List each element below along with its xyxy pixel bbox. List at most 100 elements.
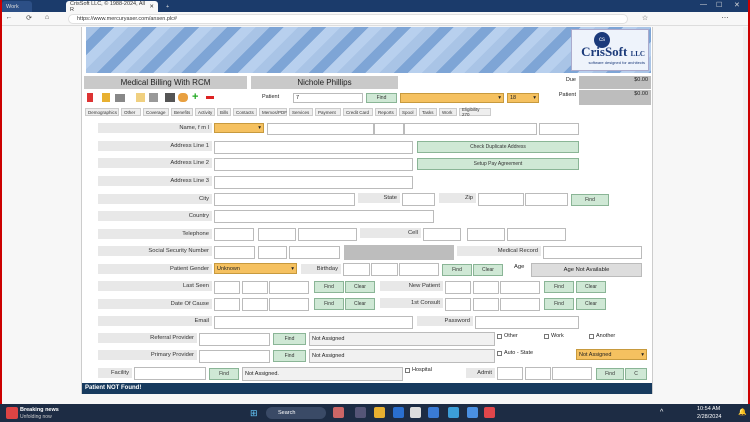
pen-icon[interactable] — [467, 407, 478, 418]
password-input[interactable] — [475, 316, 579, 329]
date-cause-day-input[interactable] — [242, 298, 268, 311]
referral-provider-input[interactable] — [199, 333, 270, 346]
tab-spool[interactable]: Spool — [399, 108, 417, 116]
birthday-month-input[interactable] — [343, 263, 370, 276]
tab-contacts[interactable]: Contacts — [233, 108, 257, 116]
new-patient-month-input[interactable] — [445, 281, 471, 294]
tab-eligibility-270[interactable]: Eligibility 270 — [459, 107, 491, 117]
tab-work[interactable]: Work — [439, 108, 457, 116]
pencil-icon[interactable] — [149, 93, 158, 102]
birthday-day-input[interactable] — [371, 263, 398, 276]
tab-bills[interactable]: Bills — [217, 108, 231, 116]
app-icon[interactable] — [428, 407, 439, 418]
eraser-icon[interactable] — [165, 93, 175, 102]
page-scrollbar[interactable] — [743, 27, 749, 402]
favorite-icon[interactable]: ☆ — [640, 14, 650, 22]
middle-name-input[interactable] — [374, 123, 404, 135]
google-icon[interactable] — [410, 407, 421, 418]
country-input[interactable] — [214, 210, 434, 223]
minimize-icon[interactable]: — — [700, 1, 707, 8]
provider-dropdown[interactable]: Not Assigned ▾ — [576, 349, 647, 360]
ssn-part3-input[interactable] — [289, 246, 340, 259]
auto-state-checkbox[interactable]: Auto - State — [497, 350, 533, 356]
news-icon[interactable] — [6, 407, 18, 419]
new-patient-year-input[interactable] — [500, 281, 540, 294]
crissoft-app-icon[interactable] — [484, 407, 495, 418]
clock-time[interactable]: 10:54 AM — [697, 406, 720, 412]
other-checkbox[interactable]: Other — [497, 333, 518, 339]
first-consult-day-input[interactable] — [473, 298, 499, 311]
patient-find-button[interactable]: Find — [366, 93, 397, 103]
another-checkbox[interactable]: Another — [589, 333, 615, 339]
first-consult-year-input[interactable] — [500, 298, 540, 311]
date-cause-month-input[interactable] — [214, 298, 240, 311]
tab-payment[interactable]: Payment — [315, 108, 341, 116]
cell-prefix-input[interactable] — [467, 228, 505, 241]
state-input[interactable] — [402, 193, 435, 206]
close-window-icon[interactable]: ✕ — [734, 1, 740, 9]
date-cause-year-input[interactable] — [269, 298, 309, 311]
last-name-input[interactable] — [404, 123, 537, 135]
first-consult-month-input[interactable] — [445, 298, 471, 311]
date-cause-clear-button[interactable]: Clear — [345, 298, 375, 310]
clipboard-icon[interactable] — [102, 93, 110, 102]
new-patient-clear-button[interactable]: Clear — [576, 281, 606, 293]
reload-icon[interactable]: ⟳ — [24, 14, 34, 22]
last-seen-month-input[interactable] — [214, 281, 240, 294]
up-arrow-icon[interactable]: ^ — [660, 409, 663, 416]
work-checkbox[interactable]: Work — [544, 333, 564, 339]
birthday-year-input[interactable] — [399, 263, 439, 276]
zip-find-button[interactable]: Find — [571, 194, 609, 206]
printer-icon[interactable] — [115, 94, 125, 102]
remove-icon[interactable] — [206, 96, 214, 99]
medical-record-input[interactable] — [543, 246, 642, 259]
cell-area-input[interactable] — [423, 228, 461, 241]
suffix-input[interactable] — [539, 123, 579, 135]
close-tab-icon[interactable]: ✕ — [149, 4, 154, 10]
last-seen-find-button[interactable]: Find — [314, 281, 344, 293]
profile-tab[interactable]: Work — [2, 1, 32, 12]
telephone-area-input[interactable] — [214, 228, 254, 241]
hand-icon[interactable] — [178, 93, 188, 102]
url-field[interactable]: https://www.mercuryaser.com/ansen.plc# — [68, 14, 628, 24]
tab-memos-pdf[interactable]: Memos/PDF — [259, 108, 287, 116]
address2-input[interactable] — [214, 158, 413, 171]
first-name-input[interactable] — [267, 123, 374, 135]
title-dropdown[interactable]: ▾ — [214, 123, 264, 133]
cell-line-input[interactable] — [507, 228, 566, 241]
address1-input[interactable] — [214, 141, 413, 154]
ssn-part1-input[interactable] — [214, 246, 255, 259]
taskbar-search[interactable]: Search — [266, 407, 326, 419]
tab-activity[interactable]: Activity — [195, 108, 215, 116]
widgets-icon[interactable] — [333, 407, 344, 418]
admit-find-button[interactable]: Find — [596, 368, 624, 380]
new-patient-find-button[interactable]: Find — [544, 281, 574, 293]
zip-ext-input[interactable] — [525, 193, 568, 206]
notification-icon[interactable]: 🔔 — [738, 408, 747, 416]
edge-icon[interactable] — [448, 407, 459, 418]
tab-coverage[interactable]: Coverage — [143, 108, 169, 116]
task-view-icon[interactable] — [355, 407, 366, 418]
date-cause-find-button[interactable]: Find — [314, 298, 344, 310]
tab-other[interactable]: Other — [121, 108, 141, 116]
patient-search-input[interactable]: 7 — [293, 93, 363, 103]
file-explorer-icon[interactable] — [374, 407, 385, 418]
new-tab-button[interactable]: + — [162, 1, 174, 12]
email-input[interactable] — [214, 316, 413, 329]
birthday-clear-button[interactable]: Clear — [473, 264, 503, 276]
setup-pay-button[interactable]: Setup Pay Agreement — [417, 158, 579, 170]
admit-year-input[interactable] — [552, 367, 592, 380]
clock-date[interactable]: 2/28/2024 — [697, 414, 721, 420]
last-seen-day-input[interactable] — [242, 281, 268, 294]
zip-input[interactable] — [478, 193, 524, 206]
tab-reports[interactable]: Reports — [375, 108, 397, 116]
address3-input[interactable] — [214, 176, 413, 189]
admit-c-button[interactable]: C — [625, 368, 647, 380]
primary-provider-input[interactable] — [199, 350, 270, 363]
home-icon[interactable]: ⌂ — [42, 14, 52, 21]
first-consult-find-button[interactable]: Find — [544, 298, 574, 310]
primary-find-button[interactable]: Find — [273, 350, 306, 362]
ssn-part2-input[interactable] — [258, 246, 287, 259]
back-icon[interactable]: ← — [4, 14, 14, 21]
admit-day-input[interactable] — [525, 367, 551, 380]
